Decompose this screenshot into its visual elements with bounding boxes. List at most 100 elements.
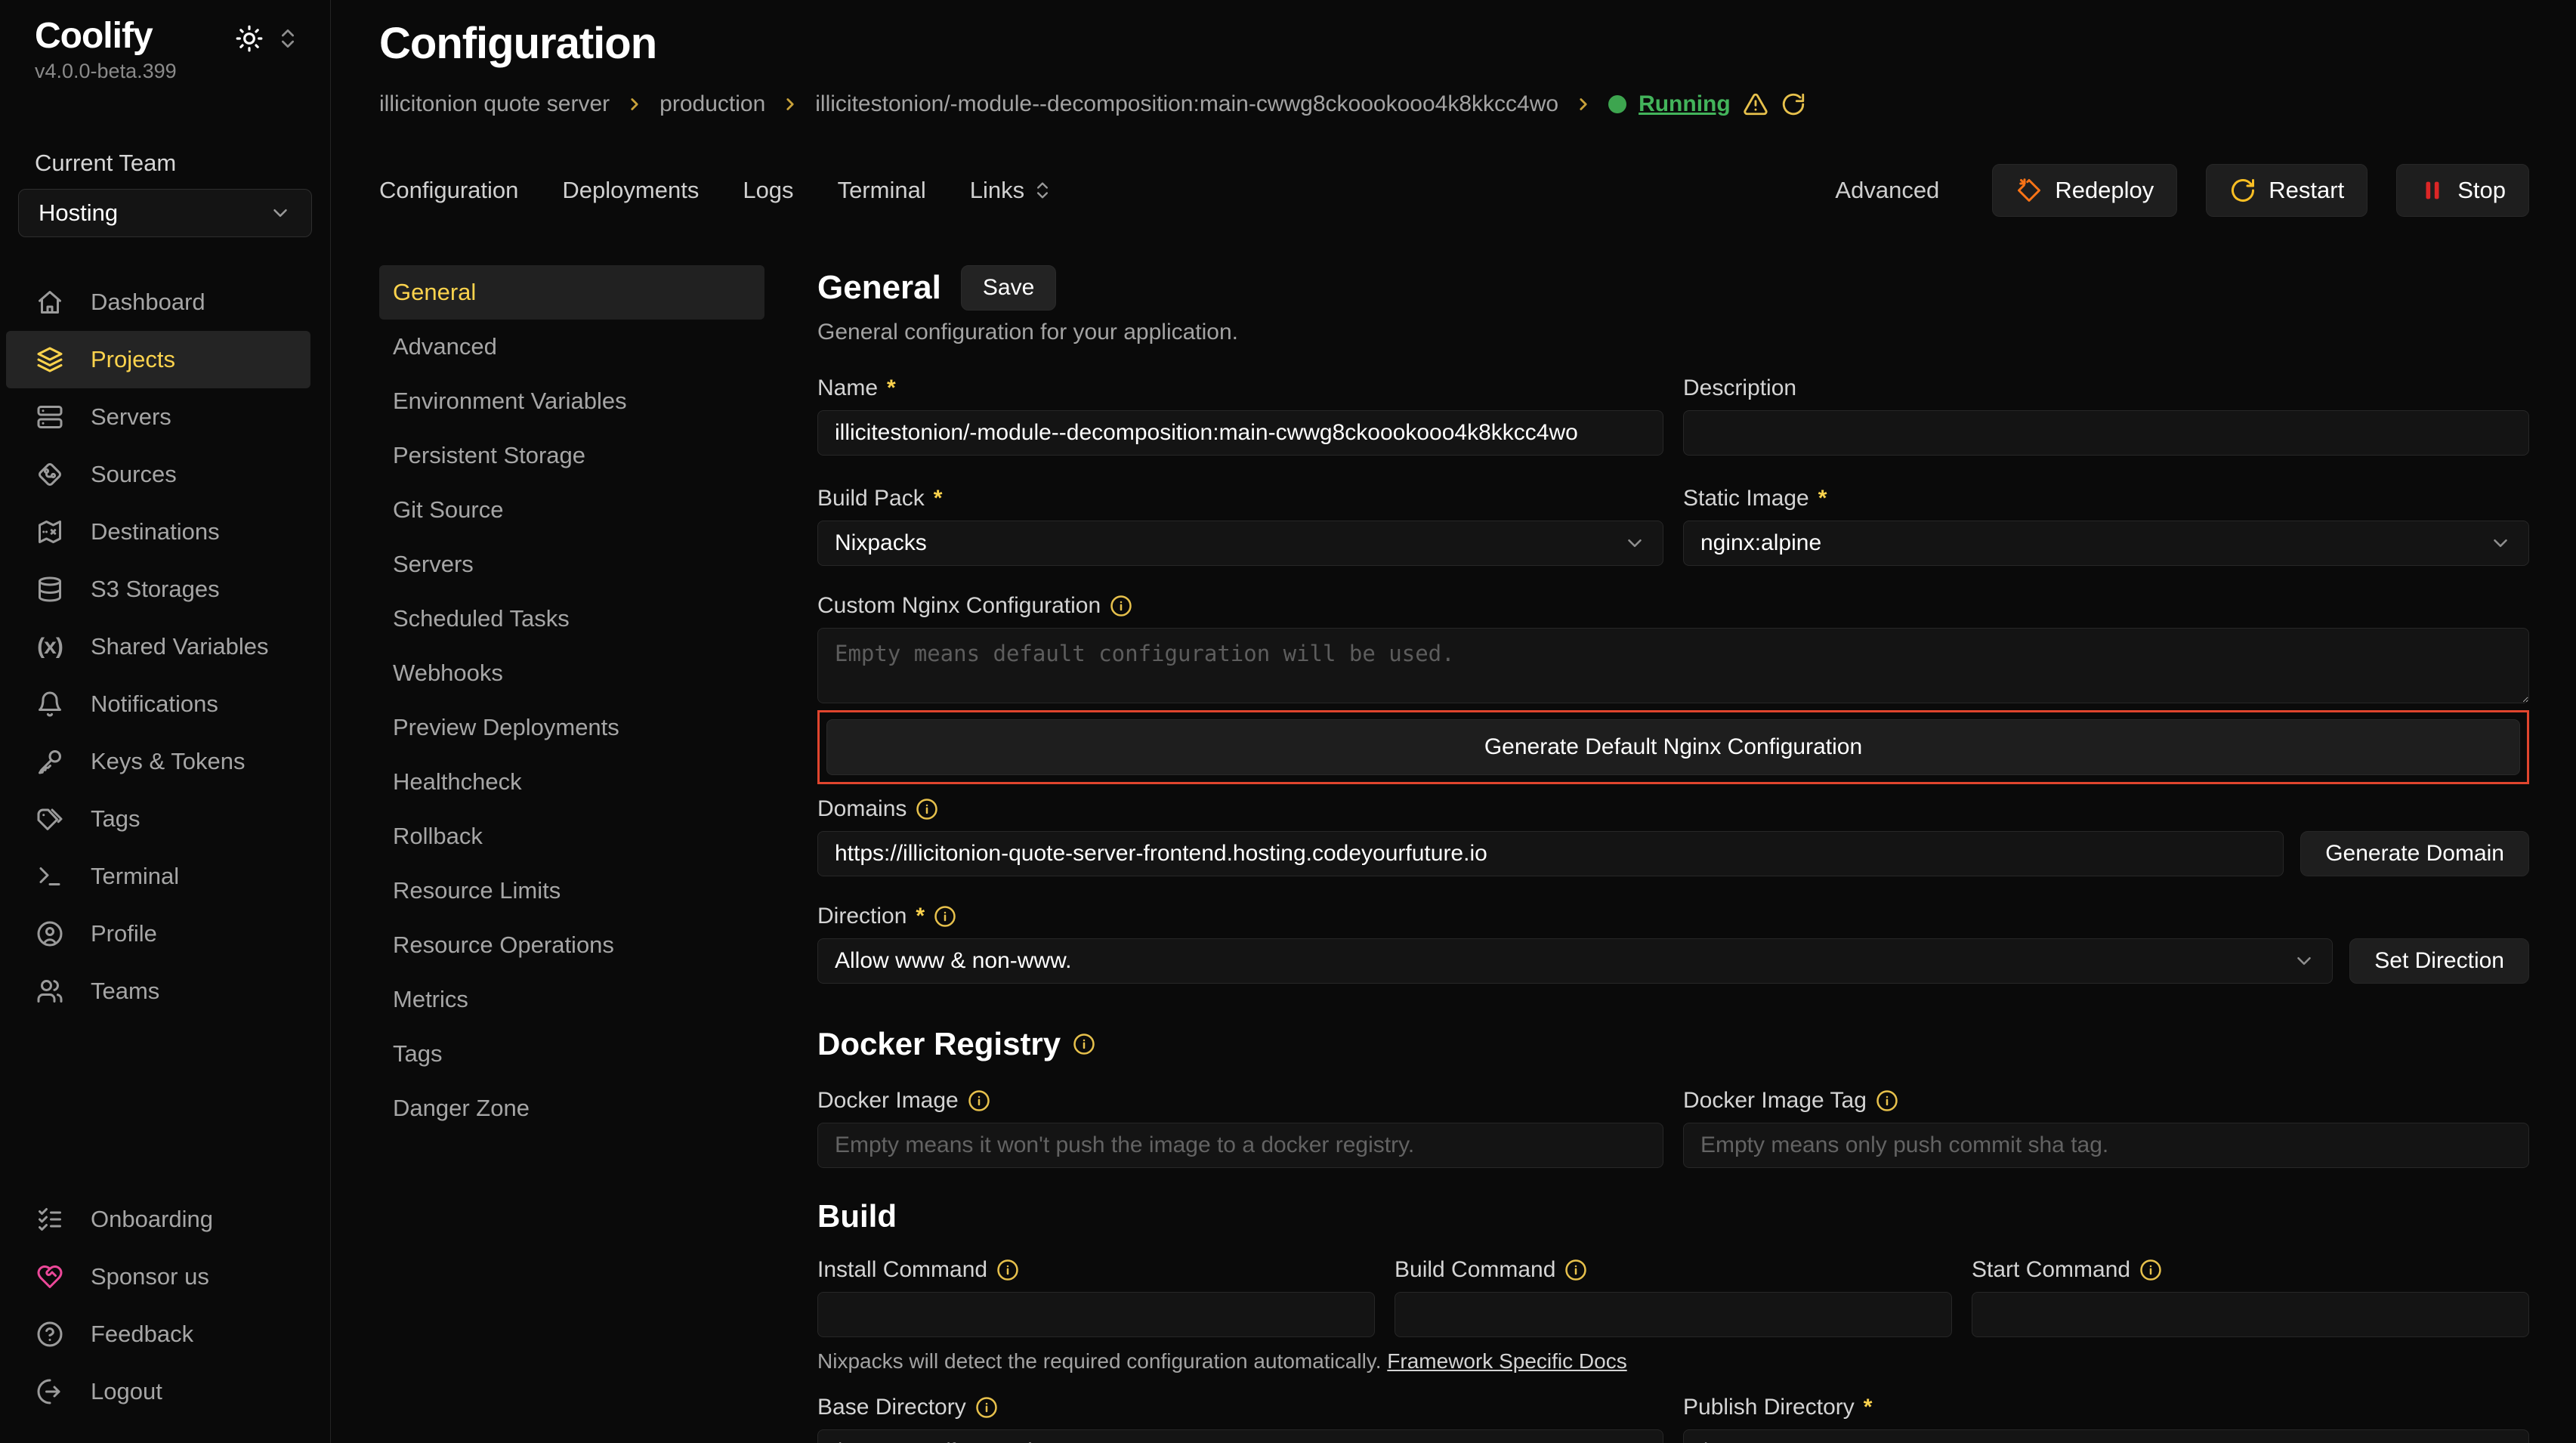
sidebar-item-sources[interactable]: Sources xyxy=(0,446,330,503)
subnav-tags[interactable]: Tags xyxy=(379,1027,764,1081)
main-content: Configuration illicitonion quote server … xyxy=(331,0,2576,1443)
build-pack-label: Build Pack* xyxy=(817,486,1663,511)
sidebar-item-keys-tokens[interactable]: Keys & Tokens xyxy=(0,733,330,790)
action-highlight-box: Generate Default Nginx Configuration xyxy=(817,710,2529,784)
theme-sun-icon[interactable] xyxy=(235,24,264,53)
tab-links[interactable]: Links xyxy=(970,177,1053,204)
refresh-icon[interactable] xyxy=(1781,91,1806,117)
tab-terminal[interactable]: Terminal xyxy=(838,177,926,204)
description-input[interactable] xyxy=(1683,410,2529,456)
subnav-resource-limits[interactable]: Resource Limits xyxy=(379,864,764,918)
sidebar-item-shared-variables[interactable]: (x) Shared Variables xyxy=(0,618,330,675)
chevron-down-icon xyxy=(269,202,292,224)
subnav-metrics[interactable]: Metrics xyxy=(379,972,764,1027)
status-badge: Running xyxy=(1608,91,1806,117)
sidebar-item-teams[interactable]: Teams xyxy=(0,963,330,1020)
sidebar-item-logout[interactable]: Logout xyxy=(0,1363,330,1420)
info-icon xyxy=(916,798,938,820)
subnav-rollback[interactable]: Rollback xyxy=(379,809,764,864)
subnav-general[interactable]: General xyxy=(379,265,764,320)
docker-registry-title: Docker Registry xyxy=(817,1026,2529,1062)
tab-configuration[interactable]: Configuration xyxy=(379,177,518,204)
build-command-input[interactable] xyxy=(1395,1292,1952,1337)
subnav-scheduled-tasks[interactable]: Scheduled Tasks xyxy=(379,592,764,646)
generate-default-nginx-button[interactable]: Generate Default Nginx Configuration xyxy=(826,719,2520,775)
info-icon xyxy=(934,905,956,928)
git-source-icon xyxy=(35,459,65,490)
generate-domain-button[interactable]: Generate Domain xyxy=(2300,831,2529,876)
status-running-link[interactable]: Running xyxy=(1639,91,1731,117)
stop-button[interactable]: Stop xyxy=(2396,164,2529,217)
server-icon xyxy=(35,402,65,432)
tab-bar: Configuration Deployments Logs Terminal … xyxy=(379,164,2529,217)
restart-button[interactable]: Restart xyxy=(2206,164,2368,217)
static-image-select[interactable]: nginx:alpine xyxy=(1683,521,2529,566)
sidebar-item-s3-storages[interactable]: S3 Storages xyxy=(0,561,330,618)
sidebar-item-servers[interactable]: Servers xyxy=(0,388,330,446)
start-command-input[interactable] xyxy=(1972,1292,2529,1337)
docker-image-input[interactable] xyxy=(817,1123,1663,1168)
sidebar-item-tags[interactable]: Tags xyxy=(0,790,330,848)
subnav-environment-variables[interactable]: Environment Variables xyxy=(379,374,764,428)
custom-nginx-textarea[interactable] xyxy=(817,628,2529,703)
settings-subnav: General Advanced Environment Variables P… xyxy=(379,265,764,1443)
framework-docs-link[interactable]: Framework Specific Docs xyxy=(1387,1349,1626,1373)
logout-icon xyxy=(35,1377,65,1407)
tab-deployments[interactable]: Deployments xyxy=(562,177,699,204)
docker-image-tag-input[interactable] xyxy=(1683,1123,2529,1168)
chevron-down-icon xyxy=(2293,950,2315,972)
base-directory-input[interactable] xyxy=(817,1429,1663,1443)
install-command-input[interactable] xyxy=(817,1292,1375,1337)
publish-directory-input[interactable] xyxy=(1683,1429,2529,1443)
subnav-advanced[interactable]: Advanced xyxy=(379,320,764,374)
set-direction-button[interactable]: Set Direction xyxy=(2349,938,2529,984)
subnav-servers[interactable]: Servers xyxy=(379,537,764,592)
publish-directory-label: Publish Directory* xyxy=(1683,1395,2529,1420)
tab-logs[interactable]: Logs xyxy=(743,177,793,204)
breadcrumb: illicitonion quote server production ill… xyxy=(379,91,2529,117)
direction-label: Direction* xyxy=(817,904,2529,929)
tag-icon xyxy=(35,804,65,834)
subnav-resource-operations[interactable]: Resource Operations xyxy=(379,918,764,972)
subnav-danger-zone[interactable]: Danger Zone xyxy=(379,1081,764,1136)
breadcrumb-environment[interactable]: production xyxy=(659,91,765,117)
sidebar-item-notifications[interactable]: Notifications xyxy=(0,675,330,733)
name-input[interactable] xyxy=(817,410,1663,456)
users-icon xyxy=(35,976,65,1006)
breadcrumb-application[interactable]: illicitestonion/-module--decomposition:m… xyxy=(815,91,1558,117)
theme-switch-chevrons-icon[interactable] xyxy=(276,26,300,51)
subnav-persistent-storage[interactable]: Persistent Storage xyxy=(379,428,764,483)
warning-triangle-icon[interactable] xyxy=(1743,91,1768,117)
sidebar-item-dashboard[interactable]: Dashboard xyxy=(0,273,330,331)
sidebar-item-onboarding[interactable]: Onboarding xyxy=(0,1191,330,1248)
subnav-healthcheck[interactable]: Healthcheck xyxy=(379,755,764,809)
redeploy-button[interactable]: Redeploy xyxy=(1992,164,2177,217)
stop-pause-icon xyxy=(2420,178,2445,203)
subnav-preview-deployments[interactable]: Preview Deployments xyxy=(379,700,764,755)
redeploy-icon xyxy=(2015,177,2043,204)
sidebar-item-profile[interactable]: Profile xyxy=(0,905,330,963)
domains-input[interactable] xyxy=(817,831,2284,876)
sidebar-item-sponsor-us[interactable]: Sponsor us xyxy=(0,1248,330,1305)
info-icon xyxy=(1876,1089,1898,1112)
docker-image-label: Docker Image xyxy=(817,1088,1663,1114)
sidebar-item-projects[interactable]: Projects xyxy=(6,331,310,388)
sidebar-item-destinations[interactable]: Destinations xyxy=(0,503,330,561)
restart-icon xyxy=(2229,177,2256,204)
subnav-git-source[interactable]: Git Source xyxy=(379,483,764,537)
subnav-webhooks[interactable]: Webhooks xyxy=(379,646,764,700)
key-icon xyxy=(35,746,65,777)
sidebar-item-feedback[interactable]: Feedback xyxy=(0,1305,330,1363)
nixpacks-note: Nixpacks will detect the required config… xyxy=(817,1349,2529,1373)
bell-icon xyxy=(35,689,65,719)
build-pack-select[interactable]: Nixpacks xyxy=(817,521,1663,566)
chevrons-up-down-icon xyxy=(1032,180,1053,201)
team-select[interactable]: Hosting xyxy=(18,189,312,237)
save-button[interactable]: Save xyxy=(961,265,1056,311)
sidebar-item-terminal[interactable]: Terminal xyxy=(0,848,330,905)
general-form: General Save General configuration for y… xyxy=(817,265,2529,1443)
advanced-dropdown[interactable]: Advanced xyxy=(1835,177,1948,204)
chevron-down-icon xyxy=(1623,532,1646,555)
direction-select[interactable]: Allow www & non-www. xyxy=(817,938,2333,984)
breadcrumb-project[interactable]: illicitonion quote server xyxy=(379,91,610,117)
